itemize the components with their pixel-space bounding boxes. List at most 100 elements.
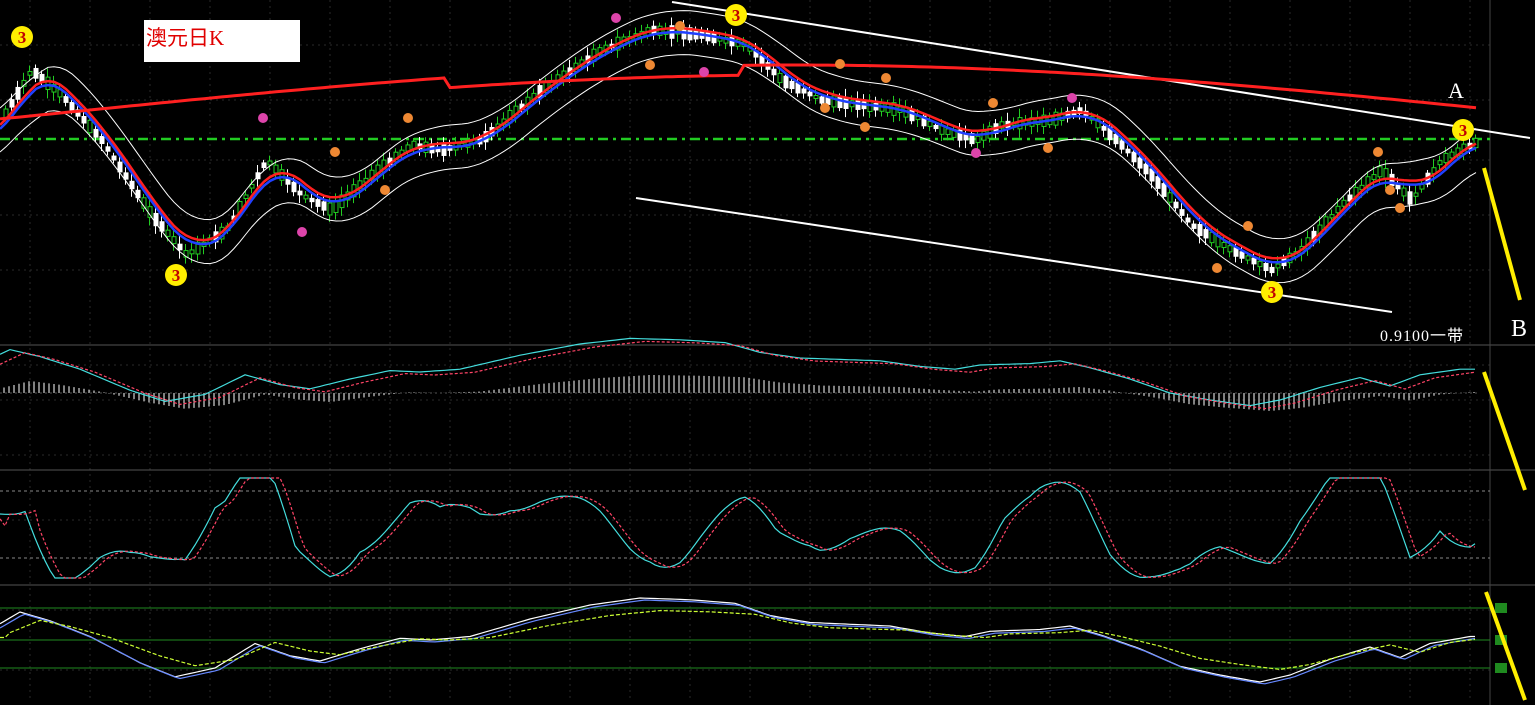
chart-title-box: 澳元日K — [144, 20, 300, 62]
candle-body — [1119, 140, 1125, 150]
candle-body — [1101, 125, 1107, 131]
candle-body — [1179, 209, 1185, 216]
candle-body — [1155, 176, 1161, 189]
candle-body — [45, 76, 51, 91]
candle-body — [1335, 205, 1341, 214]
candle-body — [297, 190, 303, 196]
grid — [0, 0, 1535, 705]
level-annotation: 0.9100一带 — [1380, 328, 1465, 345]
candle-body — [1113, 133, 1119, 145]
candle-body — [273, 164, 279, 174]
candle-body — [81, 115, 87, 124]
minor-marker — [1243, 221, 1253, 231]
minor-marker — [645, 60, 655, 70]
wave-marker-label: 3 — [732, 6, 741, 25]
trend-label-b: B — [1511, 316, 1528, 342]
candle-body — [1017, 117, 1023, 130]
chart-title: 澳元日K — [146, 26, 225, 50]
candle-body — [1407, 191, 1413, 205]
candle-body — [1257, 260, 1263, 268]
rsi-level-tag — [1495, 663, 1507, 673]
minor-marker — [1373, 147, 1383, 157]
candle-body — [1413, 192, 1419, 197]
candle-body — [291, 181, 297, 193]
candle-body — [441, 143, 447, 156]
candle-body — [309, 197, 315, 203]
candle-body — [189, 249, 195, 255]
candle-body — [321, 201, 327, 211]
candle-body — [1245, 255, 1251, 261]
candle-body — [261, 162, 267, 169]
candle-body — [177, 243, 183, 251]
candle-body — [807, 91, 813, 97]
candle-body — [69, 102, 75, 111]
candle-body — [819, 96, 825, 104]
minor-marker — [611, 13, 621, 23]
minor-marker — [675, 21, 685, 31]
candle-body — [933, 124, 939, 130]
candle-body — [801, 88, 807, 94]
minor-marker — [380, 185, 390, 195]
rsi-panel — [0, 597, 1507, 685]
candle-body — [165, 229, 171, 237]
candle-body — [1227, 245, 1233, 253]
candle-body — [105, 146, 111, 152]
rsi-level-tag — [1495, 603, 1507, 613]
candle-body — [111, 155, 117, 161]
candle-body — [1131, 151, 1137, 163]
minor-marker — [860, 122, 870, 132]
candle-body — [9, 99, 15, 108]
minor-marker — [699, 67, 709, 77]
kdj-panel — [0, 477, 1490, 579]
candle-body — [1239, 251, 1245, 259]
candle-body — [1341, 199, 1347, 207]
candle-body — [789, 80, 795, 90]
candle-body — [1443, 152, 1449, 164]
candle-body — [1125, 148, 1131, 154]
minor-marker — [1385, 185, 1395, 195]
candle-body — [1473, 137, 1479, 149]
candle-body — [99, 135, 105, 145]
kdj-d-line — [0, 477, 1476, 579]
candle-body — [945, 128, 951, 135]
candle-body — [63, 96, 69, 103]
candle-body — [1173, 201, 1179, 209]
candle-body — [1263, 262, 1269, 272]
candle-body — [771, 68, 777, 76]
forecast-arrow — [1482, 167, 1522, 301]
trend-label-a: A — [1448, 78, 1464, 103]
minor-marker — [971, 148, 981, 158]
minor-marker — [835, 59, 845, 69]
ma-long-line — [0, 63, 1477, 121]
wave-marker-label: 3 — [1268, 283, 1277, 302]
candle-body — [27, 70, 33, 76]
rsi-line-b — [0, 599, 1476, 685]
candle-body — [1269, 266, 1275, 274]
candle-body — [1377, 166, 1383, 178]
candle-body — [1251, 257, 1257, 265]
minor-marker — [330, 147, 340, 157]
candle-body — [303, 194, 309, 200]
candle-body — [981, 130, 987, 141]
minor-marker — [881, 73, 891, 83]
candle-body — [123, 172, 129, 180]
minor-marker — [820, 103, 830, 113]
candle-body — [1161, 183, 1167, 197]
band-lower — [0, 54, 1477, 284]
candle-body — [171, 236, 177, 245]
wave-marker-label: 3 — [18, 28, 27, 47]
candle-body — [1167, 192, 1173, 203]
wave-marker-label: 3 — [172, 266, 181, 285]
candle-body — [87, 119, 93, 134]
candle-body — [927, 121, 933, 127]
minor-marker — [988, 98, 998, 108]
kdj-k-line — [0, 477, 1476, 579]
candle-body — [315, 199, 321, 207]
wave-marker-label: 3 — [1459, 121, 1468, 140]
price-chart: 3 3 3 3 3 — [0, 0, 1535, 705]
candle-body — [783, 75, 789, 89]
candle-body — [1197, 223, 1203, 237]
candle-body — [93, 128, 99, 138]
candle-body — [1401, 187, 1407, 197]
minor-marker — [1043, 143, 1053, 153]
